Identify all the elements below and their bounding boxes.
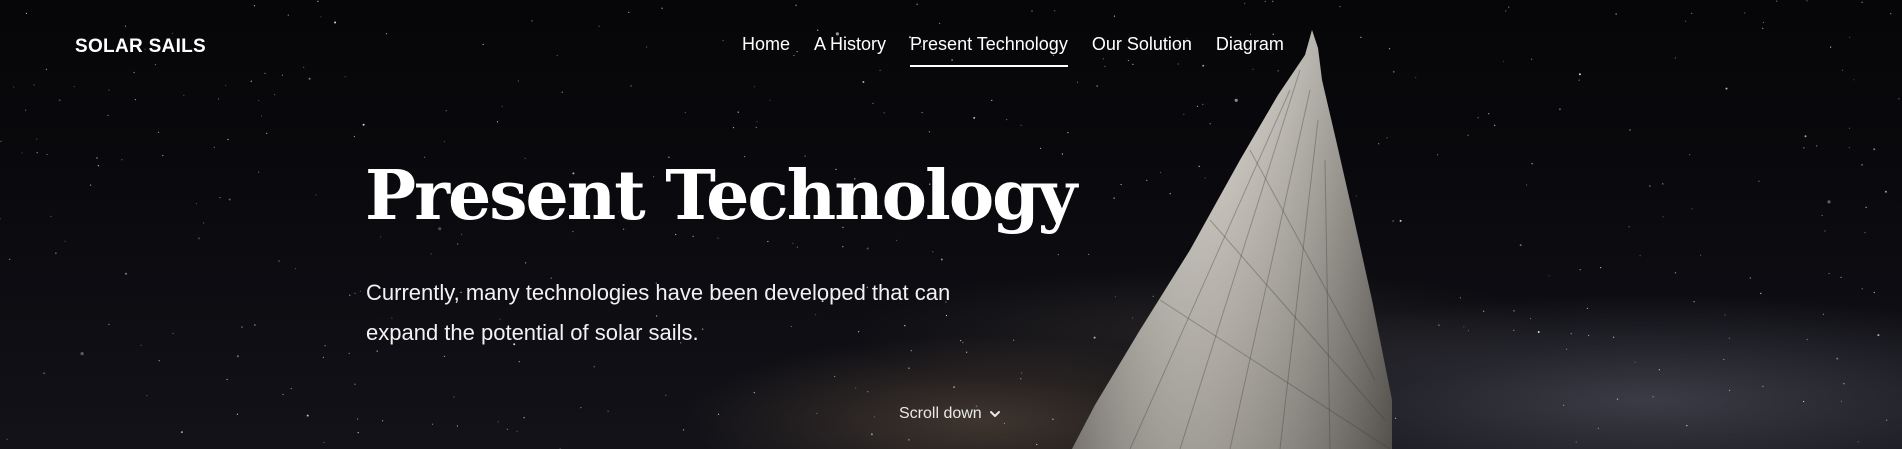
page-title: Present Technology bbox=[365, 156, 1077, 236]
nav-item-present-technology[interactable]: Present Technology bbox=[910, 34, 1068, 67]
brand-logo[interactable]: SOLAR SAILS bbox=[75, 36, 206, 58]
nav-item-a-history[interactable]: A History bbox=[814, 34, 886, 67]
nav-item-our-solution[interactable]: Our Solution bbox=[1092, 34, 1192, 67]
main-nav: Home A History Present Technology Our So… bbox=[742, 34, 1284, 67]
scroll-down-link[interactable]: Scroll down bbox=[899, 405, 1002, 423]
hero-section: SOLAR SAILS Home A History Present Techn… bbox=[0, 0, 1902, 449]
hero-lead-text: Currently, many technologies have been d… bbox=[366, 280, 951, 345]
chevron-down-icon bbox=[989, 411, 1000, 417]
nav-item-diagram[interactable]: Diagram bbox=[1216, 34, 1284, 67]
scroll-down-label: Scroll down bbox=[899, 405, 982, 422]
nav-item-home[interactable]: Home bbox=[742, 34, 790, 67]
